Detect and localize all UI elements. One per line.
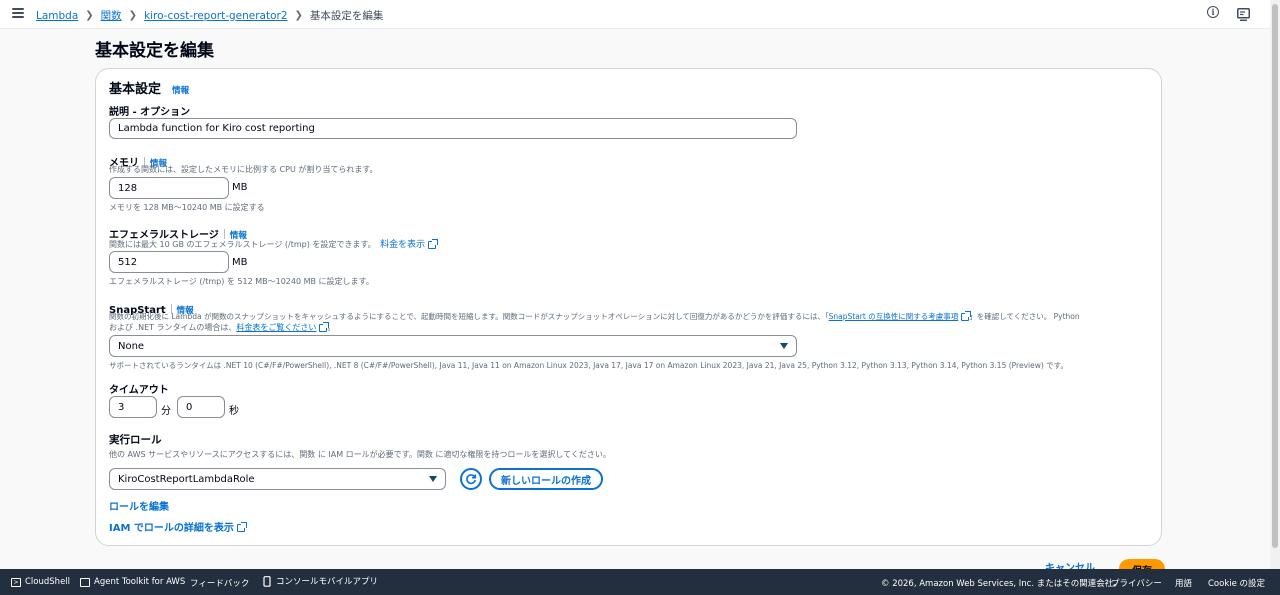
description-label: 説明 - オプション <box>109 107 191 118</box>
snapstart-supported-runtimes: サポートされているランタイムは .NET 10 (C#/F#/PowerShel… <box>109 361 1068 370</box>
menu-icon[interactable] <box>12 8 24 18</box>
chevron-right-icon: ❯ <box>294 10 303 21</box>
description-input[interactable]: Lambda function for Kiro cost reporting <box>109 118 797 139</box>
chevron-right-icon: ❯ <box>128 10 138 21</box>
terminal-icon: > <box>11 577 21 587</box>
copyright-text: © 2026, Amazon Web Services, Inc. またはその関… <box>881 579 1122 589</box>
execution-role-select[interactable]: KiroCostReportLambdaRole <box>109 468 446 490</box>
mobile-app-link[interactable]: コンソールモバイルアプリ <box>263 575 378 587</box>
breadcrumb-lambda[interactable]: Lambda <box>36 10 78 22</box>
snapstart-help: 関数の初期化後に Lambda が関数のスナップショットをキャッシュするようにす… <box>109 312 829 321</box>
cookie-settings-link[interactable]: Cookie の設定 <box>1208 577 1265 589</box>
toolkit-icon <box>80 577 90 587</box>
snapstart-compat-link[interactable]: SnapStart の互換性に関する考慮事項 <box>829 311 972 321</box>
edit-role-link[interactable]: ロールを編集 <box>109 498 169 513</box>
breadcrumb-functions[interactable]: 関数 <box>101 8 122 23</box>
feedback-link[interactable]: フィードバック <box>190 577 249 589</box>
external-link-icon <box>961 311 972 321</box>
cloudshell-button[interactable]: > CloudShell <box>11 577 70 587</box>
snapstart-select[interactable]: None <box>109 335 797 357</box>
breadcrumb: Lambda ❯ 関数 ❯ kiro-cost-report-generator… <box>36 8 383 23</box>
refresh-roles-button[interactable] <box>460 468 482 490</box>
timeout-seconds-unit: 秒 <box>229 406 239 417</box>
panel-title: 基本設定 <box>109 82 162 97</box>
ephemeral-input[interactable]: 512 <box>109 251 229 273</box>
ephemeral-pricing-link[interactable]: 料金を表示 <box>380 238 439 250</box>
memory-constraint: メモリを 128 MB〜10240 MB に設定する <box>109 203 265 212</box>
external-link-icon <box>428 238 439 249</box>
execution-role-label: 実行ロール <box>109 434 162 446</box>
timeout-label: タイムアウト <box>109 385 169 396</box>
memory-input[interactable]: 128 <box>109 177 229 199</box>
top-navigation-bar: Lambda ❯ 関数 ❯ kiro-cost-report-generator… <box>0 0 1270 29</box>
info-icon[interactable]: i <box>1207 6 1219 18</box>
snapstart-pricing-link[interactable]: 料金表をご覧ください <box>236 321 330 332</box>
timeout-minutes-input[interactable]: 3 <box>109 396 157 418</box>
terms-link[interactable]: 用語 <box>1175 577 1192 589</box>
caret-down-icon <box>780 343 788 349</box>
page-scrollbar[interactable] <box>1270 0 1280 569</box>
panel-info-link[interactable]: 情報 <box>172 86 189 96</box>
external-link-icon <box>236 522 247 532</box>
external-link-icon <box>319 321 330 332</box>
timeout-seconds-input[interactable]: 0 <box>177 396 225 418</box>
ephemeral-unit: MB <box>232 257 248 268</box>
caret-down-icon <box>429 476 437 482</box>
chevron-right-icon: ❯ <box>85 10 94 21</box>
create-role-button[interactable]: 新しいロールの作成 <box>489 468 603 490</box>
memory-unit: MB <box>232 182 248 193</box>
timeout-minutes-unit: 分 <box>161 406 171 417</box>
page-title: 基本設定を編集 <box>95 41 214 61</box>
refresh-icon <box>466 474 477 485</box>
mobile-icon <box>263 575 271 587</box>
ephemeral-help: 関数には最大 10 GB のエフェメラルストレージ (/tmp) を設定できます… <box>109 240 376 249</box>
tools-panel-icon[interactable] <box>1237 6 1250 25</box>
basic-settings-panel: 基本設定 情報 説明 - オプション Lambda function for K… <box>95 68 1162 546</box>
memory-help: 作成する関数には、設定したメモリに比例する CPU が割り当てられます。 <box>109 165 378 174</box>
iam-role-details-link[interactable]: IAM でロールの詳細を表示 <box>109 519 247 534</box>
breadcrumb-function-name[interactable]: kiro-cost-report-generator2 <box>144 10 287 22</box>
ephemeral-constraint: エフェメラルストレージ (/tmp) を 512 MB〜10240 MB に設定… <box>109 277 374 286</box>
breadcrumb-current: 基本設定を編集 <box>309 10 384 22</box>
agent-toolkit-button[interactable]: Agent Toolkit for AWS <box>80 577 185 587</box>
execution-role-help: 他の AWS サービスやリソースにアクセスするには、関数 に IAM ロールが必… <box>109 450 611 459</box>
privacy-link[interactable]: プライバシー <box>1111 577 1162 589</box>
console-footer: > CloudShell Agent Toolkit for AWS フィードバ… <box>0 569 1280 595</box>
